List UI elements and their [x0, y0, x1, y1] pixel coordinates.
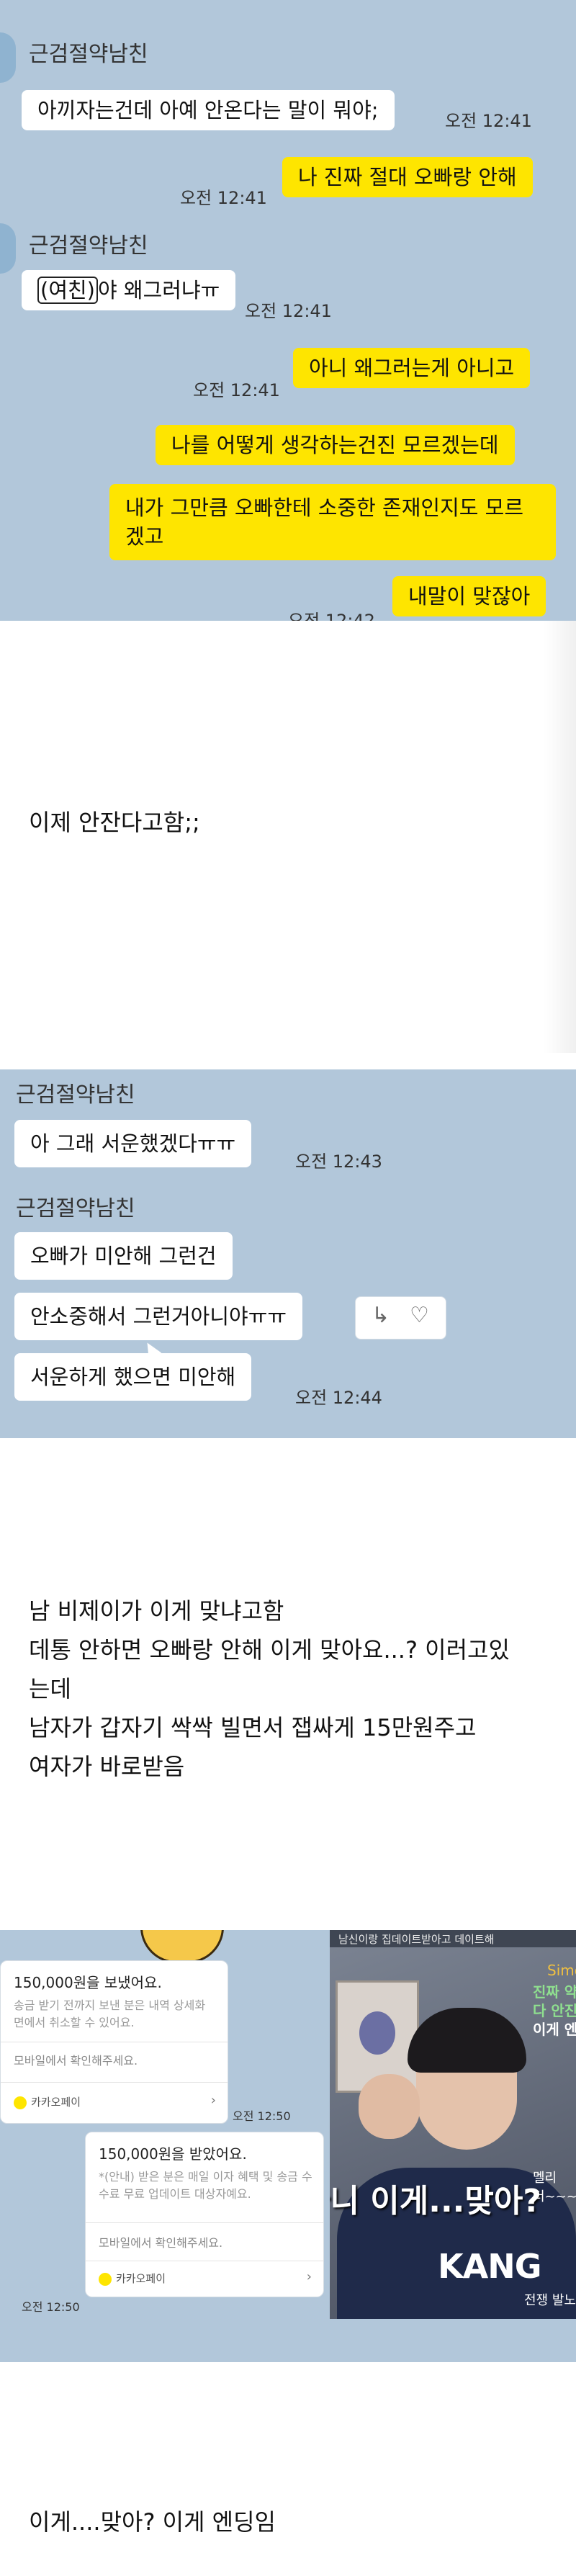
- sent-title: 150,000원을 보냈어요.: [14, 1974, 162, 1991]
- live-chat-line: 다 안진: [533, 2002, 576, 2019]
- kakaopay-label: 카카오페이: [116, 2272, 166, 2285]
- received-money-card[interactable]: 150,000원을 받았어요. *(안내) 받은 분은 매일 이자 혜택 및 송…: [85, 2132, 324, 2297]
- caption-text: 남 비제이가 이게 맞냐고함 데통 안하면 오빠랑 안해 이게 맞아요...? …: [29, 1592, 510, 1786]
- heart-icon[interactable]: ♡: [410, 1303, 429, 1328]
- my-message-bubble[interactable]: 내가 그만큼 오빠한테 소중한 존재인지도 모르겠고: [109, 484, 556, 560]
- sent-description: 송금 받기 전까지 보낸 분은 내역 상세화면에서 취소할 수 있어요.: [14, 1998, 206, 2029]
- my-message-bubble[interactable]: 나를 어떻게 생각하는건진 모르겠는데: [156, 425, 515, 465]
- caption-line: 는데: [29, 1675, 71, 1702]
- live-chat-user: 더~~~리: [533, 2189, 576, 2204]
- live-chat-line: 이게 엔: [533, 2021, 576, 2038]
- sender-name: 근검절약남친: [29, 42, 148, 67]
- caption-text: 이제 안잔다고함;;: [29, 809, 200, 836]
- profile-avatar[interactable]: [0, 32, 16, 83]
- stream-top-text: 남신이랑 집데이트받아고 데이트해: [338, 1933, 495, 1946]
- message-time: 오전 12:41: [445, 111, 532, 131]
- my-message-bubble[interactable]: 내말이 맞잖아: [392, 576, 546, 616]
- chat-screenshot-2: 근검절약남친 아 그래 서운했겠다ㅠㅠ 오전 12:43 근검절약남친 오빠가 …: [0, 1069, 576, 1438]
- sender-name: 근검절약남친: [16, 1196, 135, 1221]
- message-time: 오전 12:41: [245, 301, 332, 321]
- received-description: *(안내) 받은 분은 매일 이자 혜택 및 송금 수수료 무료 업데이트 대상…: [99, 2170, 312, 2201]
- chat-username: Simon: [547, 1962, 576, 1979]
- live-chat-line: 진짜 약: [533, 1983, 576, 2001]
- message-bubble[interactable]: 아끼자는건데 아예 안온다는 말이 뭐야;: [22, 90, 395, 130]
- video-subtitle: 아니 이게...맞아?: [330, 2183, 541, 2220]
- message-time: 오전 12:43: [295, 1152, 382, 1172]
- gray-edge: [544, 621, 576, 1053]
- my-message-bubble[interactable]: 아니 왜그러는게 아니고: [293, 348, 531, 388]
- chat-screenshot-1: 근검절약남친 아끼자는건데 아예 안온다는 말이 뭐야; 오전 12:41 오전…: [0, 0, 576, 621]
- caption-line: 남 비제이가 이게 맞냐고함: [29, 1597, 284, 1625]
- kakaopay-link[interactable]: 카카오페이: [14, 2094, 81, 2109]
- received-title: 150,000원을 받았어요.: [99, 2145, 247, 2163]
- sender-name: 근검절약남친: [29, 233, 148, 259]
- streamer-video-frame: 남신이랑 집데이트받아고 데이트해 KANG 아니 이게...맞아? Simon…: [330, 1930, 576, 2319]
- my-message-bubble[interactable]: 나 진짜 절대 오빠랑 안해: [282, 157, 533, 197]
- character-sticker-icon: [140, 1930, 224, 1963]
- check-on-mobile: 모바일에서 확인해주세요.: [14, 2054, 138, 2068]
- reply-icon[interactable]: ↳: [372, 1303, 390, 1328]
- caption-text: 이게....맞아? 이게 엔딩임: [29, 2508, 276, 2536]
- kakaopay-icon: [99, 2272, 112, 2286]
- message-time: 오전 12:41: [180, 188, 267, 208]
- divider: [1, 2082, 228, 2083]
- message-time: 오전 12:50: [22, 2300, 80, 2314]
- profile-avatar[interactable]: [0, 223, 16, 274]
- live-chat-user: 전쟁 발노: [524, 2293, 576, 2308]
- kakaopay-label: 카카오페이: [31, 2096, 81, 2109]
- live-chat-user: 멜리: [533, 2171, 557, 2186]
- chevron-right-icon: ›: [306, 2269, 312, 2284]
- message-bubble[interactable]: 서운하게 했으면 미안해: [14, 1353, 252, 1401]
- message-time: 오전 12:41: [193, 380, 280, 400]
- message-actions: ↳ ♡: [355, 1296, 446, 1339]
- divider: [86, 2222, 323, 2223]
- message-tag: (여친): [37, 277, 98, 304]
- message-bubble[interactable]: (여친) 야 왜그러냐ㅠ: [22, 270, 236, 310]
- sender-name: 근검절약남친: [16, 1082, 135, 1108]
- shirt-logo: KANG: [438, 2247, 542, 2286]
- message-bubble[interactable]: 오빠가 미안해 그런건: [14, 1232, 233, 1280]
- kakaopay-link[interactable]: 카카오페이: [99, 2271, 166, 2286]
- caption-line: 데통 안하면 오빠랑 안해 이게 맞아요...? 이러고있: [29, 1636, 510, 1664]
- message-time: 오전 12:44: [295, 1388, 382, 1408]
- kakaopay-icon: [14, 2096, 27, 2109]
- message-text: 내가 그만큼 오빠한테 소중한 존재인지도 모르겠고: [125, 495, 524, 549]
- caption-line: 남자가 갑자기 싹싹 빌면서 잽싸게 15만원주고: [29, 1714, 477, 1741]
- message-text: 야 왜그러냐ㅠ: [98, 278, 220, 302]
- check-on-mobile: 모바일에서 확인해주세요.: [99, 2236, 223, 2250]
- streamer-hand: [359, 2074, 420, 2139]
- chevron-right-icon: ›: [210, 2093, 216, 2108]
- message-bubble[interactable]: 아 그래 서운했겠다ㅠㅠ: [14, 1120, 252, 1167]
- art-shape: [359, 2011, 395, 2055]
- message-bubble[interactable]: 안소중해서 그런거아니야ㅠㅠ: [14, 1293, 303, 1340]
- caption-line: 여자가 바로받음: [29, 1753, 185, 1780]
- sent-money-card[interactable]: 150,000원을 보냈어요. 송금 받기 전까지 보낸 분은 내역 상세화면에…: [0, 1960, 228, 2124]
- message-time: 오전 12:42: [288, 611, 375, 621]
- message-time: 오전 12:50: [233, 2109, 291, 2123]
